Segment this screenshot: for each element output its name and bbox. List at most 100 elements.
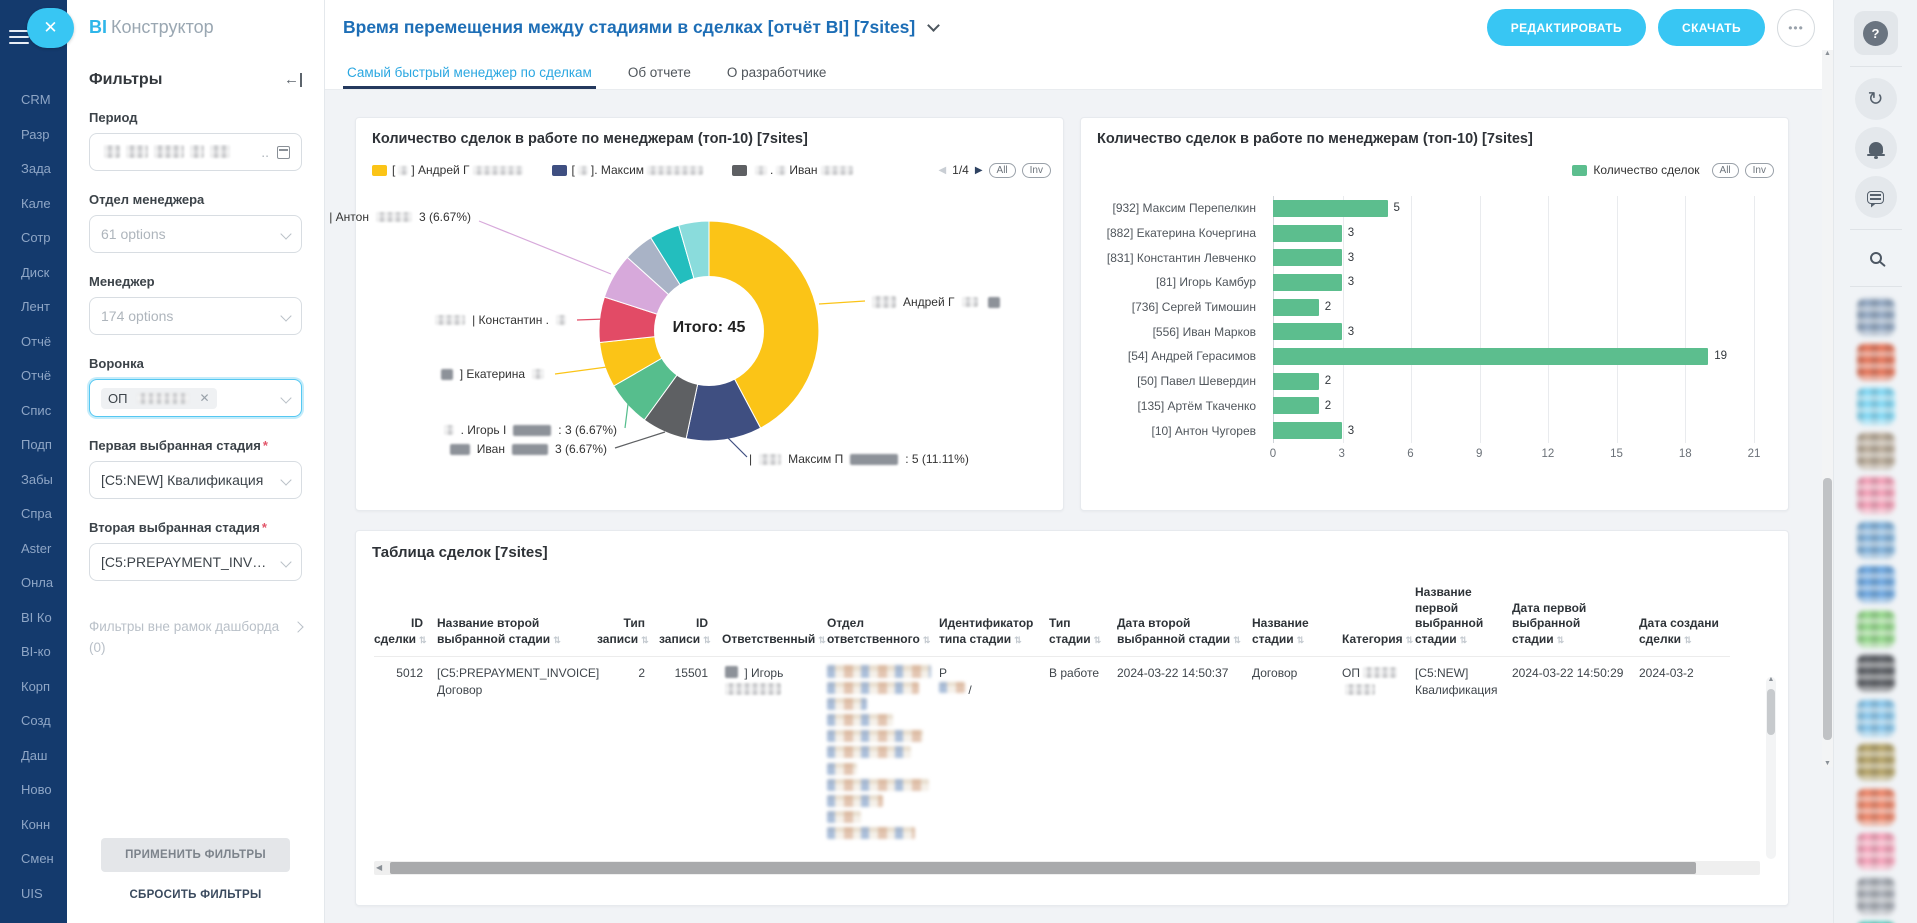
sort-icon[interactable]: ⇅ xyxy=(1233,635,1241,645)
period-input[interactable]: .. xyxy=(89,133,302,171)
legend-inv-button[interactable]: Inv xyxy=(1745,163,1774,178)
chat-icon[interactable] xyxy=(1855,176,1897,218)
search-icon[interactable] xyxy=(1855,241,1897,275)
collapse-panel-icon[interactable]: ← xyxy=(284,73,302,87)
sidebar-item[interactable]: Лент xyxy=(21,299,67,334)
table-header-cell[interactable]: ID записи⇅ xyxy=(659,581,722,657)
sidebar-item[interactable]: Спис xyxy=(21,403,67,438)
sort-icon[interactable]: ⇅ xyxy=(1094,635,1102,645)
sync-icon[interactable]: ↻ xyxy=(1855,78,1897,120)
sidebar-item[interactable]: Aster xyxy=(21,541,67,576)
avatar[interactable] xyxy=(1857,432,1895,470)
sidebar-item[interactable]: UIS xyxy=(21,886,67,921)
menu-icon[interactable] xyxy=(9,30,29,44)
avatar[interactable] xyxy=(1857,877,1895,915)
sidebar-item[interactable]: Онла xyxy=(21,575,67,610)
tab-item[interactable]: Об отчете xyxy=(628,55,691,89)
table-header-cell[interactable]: Тип стадии⇅ xyxy=(1049,581,1117,657)
first-stage-select[interactable]: [C5:NEW] Квалификация xyxy=(89,461,302,499)
table-row[interactable]: 5012[C5:PREPAYMENT_INVOICE] Договор21550… xyxy=(374,657,1730,844)
reset-filters-button[interactable]: СБРОСИТЬ ФИЛЬТРЫ xyxy=(67,889,324,901)
close-icon[interactable]: ✕ xyxy=(27,8,74,48)
tab-item[interactable]: О разработчике xyxy=(727,55,827,89)
department-select[interactable]: 61 options xyxy=(89,215,302,253)
sidebar-item[interactable]: Сотр xyxy=(21,230,67,265)
legend-prev-icon[interactable]: ◀ xyxy=(938,165,946,176)
bar[interactable] xyxy=(1273,299,1319,316)
sidebar-item[interactable]: Подп xyxy=(21,437,67,472)
avatar[interactable] xyxy=(1857,343,1895,381)
legend-next-icon[interactable]: ▶ xyxy=(975,165,983,176)
table-header-cell[interactable]: Идентификатор типа стадии⇅ xyxy=(939,581,1049,657)
avatar[interactable] xyxy=(1857,788,1895,826)
help-icon[interactable]: ? xyxy=(1854,11,1898,55)
bell-icon[interactable] xyxy=(1855,127,1897,169)
scrollbar-thumb[interactable] xyxy=(390,862,1696,874)
sidebar-item[interactable]: Отчё xyxy=(21,334,67,369)
avatar[interactable] xyxy=(1857,654,1895,692)
edit-button[interactable]: РЕДАКТИРОВАТЬ xyxy=(1487,9,1646,46)
second-stage-select[interactable]: [C5:PREPAYMENT_INVOIC... xyxy=(89,543,302,581)
sidebar-item[interactable]: BI Ко xyxy=(21,610,67,645)
bar[interactable] xyxy=(1273,348,1708,365)
scrollbar-thumb[interactable] xyxy=(1767,689,1775,735)
avatar[interactable] xyxy=(1857,298,1895,336)
scroll-up-icon[interactable]: ▲ xyxy=(1766,676,1776,683)
avatar[interactable] xyxy=(1857,476,1895,514)
avatar[interactable] xyxy=(1857,387,1895,425)
sort-icon[interactable]: ⇅ xyxy=(1557,635,1565,645)
sort-icon[interactable]: ⇅ xyxy=(1406,635,1414,645)
title-dropdown-icon[interactable] xyxy=(927,19,940,32)
avatar[interactable] xyxy=(1857,832,1895,870)
bar[interactable] xyxy=(1273,225,1342,242)
sidebar-item[interactable]: Забы xyxy=(21,472,67,507)
scroll-up-icon[interactable]: ▲ xyxy=(1822,50,1833,57)
sidebar-item[interactable]: Зада xyxy=(21,161,67,196)
sidebar-item[interactable]: Созд xyxy=(21,713,67,748)
table-header-cell[interactable]: Категория⇅ xyxy=(1342,581,1415,657)
table-header-cell[interactable]: Отдел ответственного⇅ xyxy=(827,581,939,657)
table-header-cell[interactable]: Название первой выбранной стадии⇅ xyxy=(1415,581,1512,657)
bar[interactable] xyxy=(1273,249,1342,266)
sidebar-item[interactable]: Конн xyxy=(21,817,67,852)
tab-active[interactable]: Самый быстрый менеджер по сделкам xyxy=(347,55,592,89)
sort-icon[interactable]: ⇅ xyxy=(703,635,711,645)
bar[interactable] xyxy=(1273,200,1388,217)
table-header-cell[interactable]: Ответственный⇅ xyxy=(722,581,827,657)
bar[interactable] xyxy=(1273,323,1342,340)
sort-icon[interactable]: ⇅ xyxy=(419,635,427,645)
scroll-down-icon[interactable]: ▼ xyxy=(1822,760,1833,767)
sidebar-item[interactable]: Отчё xyxy=(21,368,67,403)
legend-item[interactable]: []. Максим xyxy=(552,163,707,177)
table-header-cell[interactable]: Дата второй выбранной стадии⇅ xyxy=(1117,581,1252,657)
legend-item[interactable]: .Иван xyxy=(732,163,856,177)
table-header-cell[interactable]: Название стадии⇅ xyxy=(1252,581,1342,657)
table-vertical-scrollbar[interactable]: ▲ xyxy=(1766,677,1776,859)
table-header-cell[interactable]: Название второй выбранной стадии⇅ xyxy=(437,581,597,657)
legend-all-button[interactable]: All xyxy=(989,163,1016,178)
sort-icon[interactable]: ⇅ xyxy=(1014,635,1022,645)
sidebar-item[interactable]: BI-ко xyxy=(21,644,67,679)
sort-icon[interactable]: ⇅ xyxy=(818,635,826,645)
sidebar-item[interactable]: CRM xyxy=(21,92,67,127)
bar[interactable] xyxy=(1273,397,1319,414)
sidebar-item[interactable]: Диск xyxy=(21,265,67,300)
table-header-cell[interactable]: Тип записи⇅ xyxy=(597,581,659,657)
table-header-cell[interactable]: Дата первой выбранной стадии⇅ xyxy=(1512,581,1639,657)
remove-tag-icon[interactable]: ✕ xyxy=(199,391,209,405)
main-vertical-scrollbar[interactable]: ▲ ▼ xyxy=(1822,50,1833,767)
avatar[interactable] xyxy=(1857,610,1895,648)
avatar[interactable] xyxy=(1857,699,1895,737)
sidebar-item[interactable]: Смен xyxy=(21,851,67,886)
bar[interactable] xyxy=(1273,373,1319,390)
table-header-cell[interactable]: ID сделки⇅ xyxy=(374,581,437,657)
sidebar-item[interactable]: Спра xyxy=(21,506,67,541)
manager-select[interactable]: 174 options xyxy=(89,297,302,335)
scroll-left-icon[interactable]: ◀ xyxy=(376,863,382,872)
sidebar-item[interactable]: Корп xyxy=(21,679,67,714)
bar[interactable] xyxy=(1273,422,1342,439)
sidebar-item[interactable]: Даш xyxy=(21,748,67,783)
apply-filters-button[interactable]: ПРИМЕНИТЬ ФИЛЬТРЫ xyxy=(101,838,290,872)
sort-icon[interactable]: ⇅ xyxy=(641,635,649,645)
sort-icon[interactable]: ⇅ xyxy=(1684,635,1692,645)
